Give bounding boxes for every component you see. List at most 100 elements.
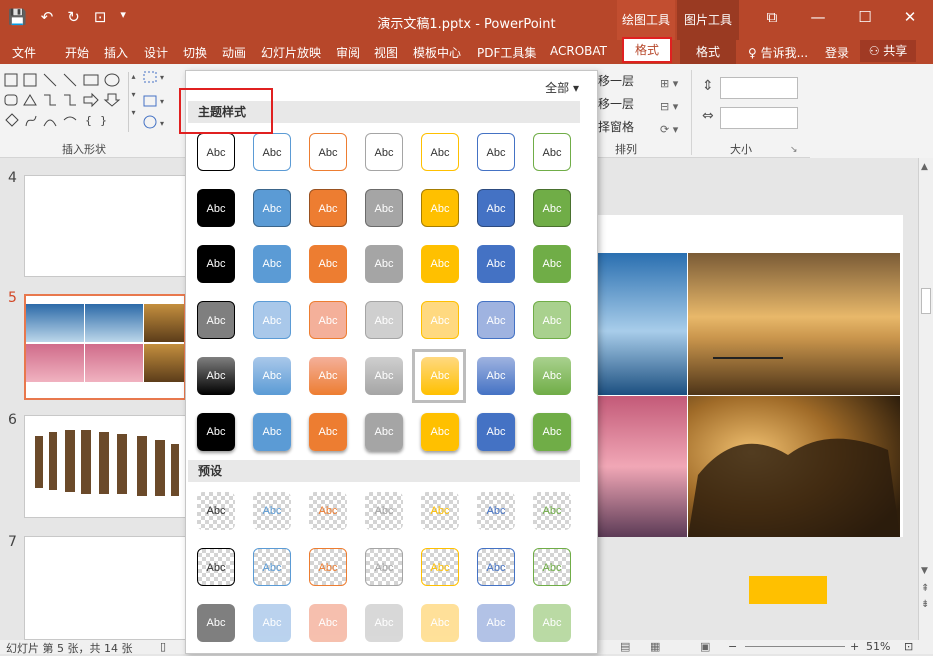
- shape-style-swatch[interactable]: Abc: [477, 245, 515, 283]
- zoom-out-icon[interactable]: −: [728, 640, 737, 653]
- arrange-align-icons[interactable]: ⊞ ▾ ⊟ ▾ ⟳ ▾: [660, 72, 678, 141]
- zoom-level[interactable]: 51%: [866, 640, 890, 653]
- view-sorter-icon[interactable]: ▦: [650, 640, 660, 653]
- tab-transitions[interactable]: 切换: [183, 44, 207, 61]
- tab-pdf-tools[interactable]: PDF工具集: [477, 44, 536, 61]
- tab-slideshow[interactable]: 幻灯片放映: [261, 44, 321, 61]
- shape-style-swatch[interactable]: Abc: [477, 357, 515, 395]
- minimize-button[interactable]: —: [798, 8, 838, 26]
- shape-style-swatch[interactable]: Abc: [253, 133, 291, 171]
- width-input[interactable]: [720, 107, 798, 129]
- shape-style-swatch[interactable]: Abc: [477, 133, 515, 171]
- shape-style-swatch[interactable]: Abc: [197, 413, 235, 451]
- shape-style-swatch[interactable]: Abc: [421, 245, 459, 283]
- shape-style-swatch[interactable]: Abc: [309, 245, 347, 283]
- scroll-up-icon[interactable]: ▲: [921, 162, 928, 172]
- tab-animations[interactable]: 动画: [222, 44, 246, 61]
- shape-style-swatch[interactable]: Abc: [533, 357, 571, 395]
- prev-slide-icon[interactable]: ⇞: [921, 583, 929, 594]
- shape-style-swatch[interactable]: Abc: [421, 189, 459, 227]
- shape-style-swatch[interactable]: Abc: [197, 301, 235, 339]
- filter-all-dropdown[interactable]: 全部 ▾: [545, 79, 579, 96]
- shape-style-swatch[interactable]: Abc: [533, 492, 571, 530]
- scroll-thumb[interactable]: [921, 288, 931, 314]
- shape-style-swatch[interactable]: Abc: [365, 189, 403, 227]
- shape-style-swatch[interactable]: Abc: [477, 604, 515, 642]
- tab-insert[interactable]: 插入: [104, 44, 128, 61]
- shape-style-swatch[interactable]: Abc: [197, 133, 235, 171]
- spellcheck-icon[interactable]: ▯: [160, 640, 166, 653]
- close-button[interactable]: ✕: [890, 8, 930, 26]
- shape-style-swatch[interactable]: Abc: [197, 357, 235, 395]
- shape-style-swatch[interactable]: Abc: [365, 492, 403, 530]
- shape-style-swatch[interactable]: Abc: [477, 301, 515, 339]
- shape-style-swatch[interactable]: Abc: [309, 548, 347, 586]
- shape-style-swatch[interactable]: Abc: [421, 413, 459, 451]
- shape-style-swatch[interactable]: Abc: [533, 189, 571, 227]
- shape-style-swatch[interactable]: Abc: [253, 548, 291, 586]
- tab-format-picture[interactable]: 格式: [680, 40, 736, 64]
- shapes-scroll[interactable]: ▴ ▾ ▾: [128, 72, 138, 132]
- shape-style-swatch[interactable]: Abc: [421, 492, 459, 530]
- zoom-slider[interactable]: [745, 646, 845, 647]
- shape-style-swatch[interactable]: Abc: [197, 245, 235, 283]
- slide-thumbnail-5[interactable]: [24, 294, 186, 400]
- shape-style-swatch[interactable]: Abc: [421, 604, 459, 642]
- bring-forward-button[interactable]: 移一层: [598, 72, 634, 89]
- shape-style-swatch[interactable]: Abc: [477, 189, 515, 227]
- tab-review[interactable]: 审阅: [336, 44, 360, 61]
- view-normal-icon[interactable]: ▤: [620, 640, 630, 653]
- shape-style-swatch[interactable]: Abc: [533, 548, 571, 586]
- shape-style-swatch[interactable]: Abc: [309, 301, 347, 339]
- shape-style-swatch[interactable]: Abc: [365, 245, 403, 283]
- shape-style-swatch[interactable]: Abc: [253, 245, 291, 283]
- tab-file[interactable]: 文件: [12, 44, 36, 61]
- size-dialog-launcher-icon[interactable]: ↘: [790, 145, 798, 155]
- slide-thumbnail-4[interactable]: [24, 175, 186, 277]
- fit-slide-icon[interactable]: ⊡: [904, 640, 913, 653]
- shape-style-swatch[interactable]: Abc: [365, 301, 403, 339]
- shape-style-swatch[interactable]: Abc: [253, 413, 291, 451]
- selection-pane-button[interactable]: 择窗格: [598, 118, 634, 135]
- shape-style-swatch[interactable]: Abc: [421, 301, 459, 339]
- height-input[interactable]: [720, 77, 798, 99]
- shape-style-swatch[interactable]: Abc: [421, 548, 459, 586]
- shape-style-swatch[interactable]: Abc: [365, 413, 403, 451]
- shape-style-swatch[interactable]: Abc: [365, 133, 403, 171]
- tab-format-drawing[interactable]: 格式: [622, 37, 672, 63]
- slide-thumbnail-6[interactable]: [24, 415, 186, 518]
- slide-canvas[interactable]: [598, 215, 903, 537]
- shape-style-swatch[interactable]: Abc: [477, 492, 515, 530]
- tab-view[interactable]: 视图: [374, 44, 398, 61]
- scroll-down-icon[interactable]: ▼: [921, 566, 928, 576]
- tab-home[interactable]: 开始: [65, 44, 89, 61]
- send-backward-button[interactable]: 移一层: [598, 95, 634, 112]
- slide-image-collage[interactable]: [598, 215, 903, 537]
- shape-style-swatch[interactable]: Abc: [197, 189, 235, 227]
- shape-style-swatch[interactable]: Abc: [365, 548, 403, 586]
- shape-style-swatch[interactable]: Abc: [477, 413, 515, 451]
- edit-shape-icons[interactable]: ▾ ▾ ▾: [142, 70, 176, 132]
- shape-style-swatch[interactable]: Abc: [197, 604, 235, 642]
- shape-style-swatch[interactable]: Abc: [253, 492, 291, 530]
- shape-style-swatch[interactable]: Abc: [309, 357, 347, 395]
- shape-style-swatch[interactable]: Abc: [253, 189, 291, 227]
- shape-style-swatch[interactable]: Abc: [533, 245, 571, 283]
- shape-style-swatch[interactable]: Abc: [253, 604, 291, 642]
- slide-yellow-shape[interactable]: [749, 576, 827, 604]
- shape-style-swatch[interactable]: Abc: [197, 548, 235, 586]
- zoom-in-icon[interactable]: +: [850, 640, 859, 653]
- vertical-scrollbar[interactable]: ▲ ▼ ⇞ ⇟: [918, 158, 933, 640]
- shape-style-swatch[interactable]: Abc: [309, 492, 347, 530]
- next-slide-icon[interactable]: ⇟: [921, 599, 929, 610]
- tab-template-center[interactable]: 模板中心: [413, 44, 461, 61]
- login-link[interactable]: 登录: [825, 44, 849, 61]
- tell-me-search[interactable]: ♀ 告诉我...: [748, 44, 808, 61]
- shape-style-swatch[interactable]: Abc: [477, 548, 515, 586]
- shape-style-swatch[interactable]: Abc: [365, 357, 403, 395]
- shape-style-swatch[interactable]: Abc: [253, 301, 291, 339]
- shape-style-swatch[interactable]: Abc: [309, 413, 347, 451]
- shape-style-swatch[interactable]: Abc: [197, 492, 235, 530]
- shape-style-swatch[interactable]: Abc: [309, 189, 347, 227]
- maximize-button[interactable]: ☐: [845, 8, 885, 26]
